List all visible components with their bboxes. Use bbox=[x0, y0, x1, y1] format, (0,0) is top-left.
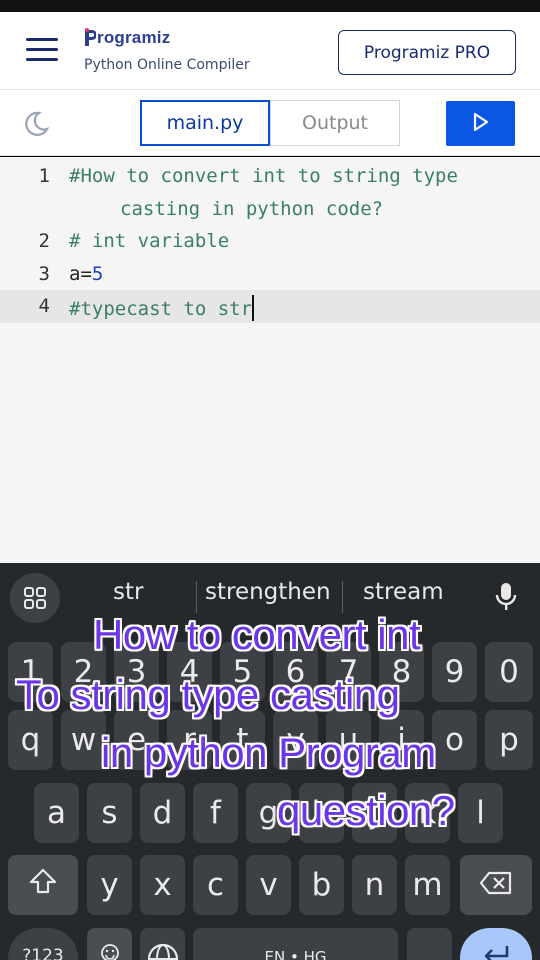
caption-line-1: How to convert int bbox=[93, 611, 421, 658]
enter-key[interactable] bbox=[460, 928, 532, 960]
tab-output[interactable]: Output bbox=[270, 100, 400, 146]
app-header: rogramiz Python Online Compiler Programi… bbox=[0, 12, 540, 90]
programiz-pro-button[interactable]: Programiz PRO bbox=[338, 30, 516, 75]
code-line[interactable]: 1 #How to convert int to string type cas… bbox=[0, 161, 540, 227]
page-subtitle: Python Online Compiler bbox=[84, 57, 250, 73]
key-q[interactable]: q bbox=[8, 710, 53, 770]
line-number: 3 bbox=[38, 263, 50, 285]
backspace-icon bbox=[479, 867, 513, 903]
key-n[interactable]: n bbox=[352, 855, 397, 915]
key-p[interactable]: p bbox=[485, 710, 533, 770]
key-l[interactable]: l bbox=[458, 783, 503, 843]
key-o[interactable]: o bbox=[432, 710, 477, 770]
line-number: 1 bbox=[38, 165, 50, 187]
microphone-icon[interactable] bbox=[493, 581, 519, 613]
suggestion-divider bbox=[196, 581, 197, 613]
code-comment: #typecast to str bbox=[69, 298, 253, 320]
hamburger-menu-icon[interactable] bbox=[26, 38, 58, 62]
key-a[interactable]: a bbox=[34, 783, 79, 843]
key-y[interactable]: y bbox=[87, 855, 132, 915]
emoji-key[interactable] bbox=[87, 928, 132, 960]
dark-mode-moon-icon[interactable] bbox=[22, 110, 50, 138]
key-d[interactable]: d bbox=[140, 783, 185, 843]
suggestion-item[interactable]: stream bbox=[363, 579, 444, 605]
space-bar[interactable]: EN • HG bbox=[193, 928, 398, 960]
keyboard-apps-grid-icon[interactable] bbox=[10, 573, 60, 623]
suggestion-divider bbox=[342, 581, 343, 613]
key-c[interactable]: c bbox=[193, 855, 238, 915]
suggestion-item[interactable]: str bbox=[113, 579, 143, 605]
key-f[interactable]: f bbox=[193, 783, 238, 843]
run-button[interactable] bbox=[446, 101, 515, 146]
play-icon bbox=[472, 112, 490, 136]
key-x[interactable]: x bbox=[140, 855, 185, 915]
suggestion-item[interactable]: strengthen bbox=[205, 579, 331, 605]
line-number: 4 bbox=[38, 295, 50, 317]
code-text: # int variable bbox=[69, 230, 230, 252]
globe-icon bbox=[146, 942, 180, 960]
tab-main-py[interactable]: main.py bbox=[140, 100, 270, 146]
key-s[interactable]: s bbox=[87, 783, 132, 843]
code-text-wrapped: casting in python code? bbox=[120, 198, 384, 220]
code-line[interactable]: 3 a=5 bbox=[0, 260, 540, 293]
key-b[interactable]: b bbox=[299, 855, 344, 915]
key-9[interactable]: 9 bbox=[432, 642, 477, 702]
programiz-logo-mark-icon bbox=[84, 28, 96, 48]
line-number: 2 bbox=[38, 230, 50, 252]
caption-line-4: question? bbox=[277, 787, 455, 834]
programiz-logo[interactable]: rogramiz bbox=[84, 25, 170, 51]
shift-key[interactable] bbox=[8, 855, 78, 915]
status-bar bbox=[0, 0, 540, 12]
key-m[interactable]: m bbox=[405, 855, 450, 915]
key-w[interactable]: w bbox=[61, 710, 106, 770]
symbols-key[interactable]: ?123 bbox=[8, 928, 78, 960]
code-editor[interactable]: 1 #How to convert int to string type cas… bbox=[0, 157, 540, 563]
code-number: 5 bbox=[91, 263, 104, 285]
text-cursor bbox=[252, 295, 255, 321]
code-text: #typecast to str bbox=[69, 295, 255, 321]
caption-line-2: To string type casting bbox=[16, 671, 400, 718]
code-line[interactable]: 2 # int variable bbox=[0, 227, 540, 260]
period-key[interactable] bbox=[407, 928, 452, 960]
key-0[interactable]: 0 bbox=[485, 642, 533, 702]
enter-arrow-icon bbox=[481, 942, 511, 960]
code-text: #How to convert int to string type bbox=[69, 165, 458, 187]
editor-toolbar: main.py Output bbox=[0, 90, 540, 156]
emoji-face-icon bbox=[100, 935, 120, 960]
code-identifier: a= bbox=[69, 263, 92, 285]
logo-text: rogramiz bbox=[97, 28, 171, 47]
shift-arrow-icon bbox=[28, 867, 58, 903]
backspace-key[interactable] bbox=[460, 855, 532, 915]
key-v[interactable]: v bbox=[246, 855, 291, 915]
caption-line-3: in python Program bbox=[101, 729, 436, 776]
language-key[interactable] bbox=[140, 928, 185, 960]
code-line-active[interactable]: 4 #typecast to str bbox=[0, 290, 540, 323]
code-text: a=5 bbox=[69, 263, 103, 285]
